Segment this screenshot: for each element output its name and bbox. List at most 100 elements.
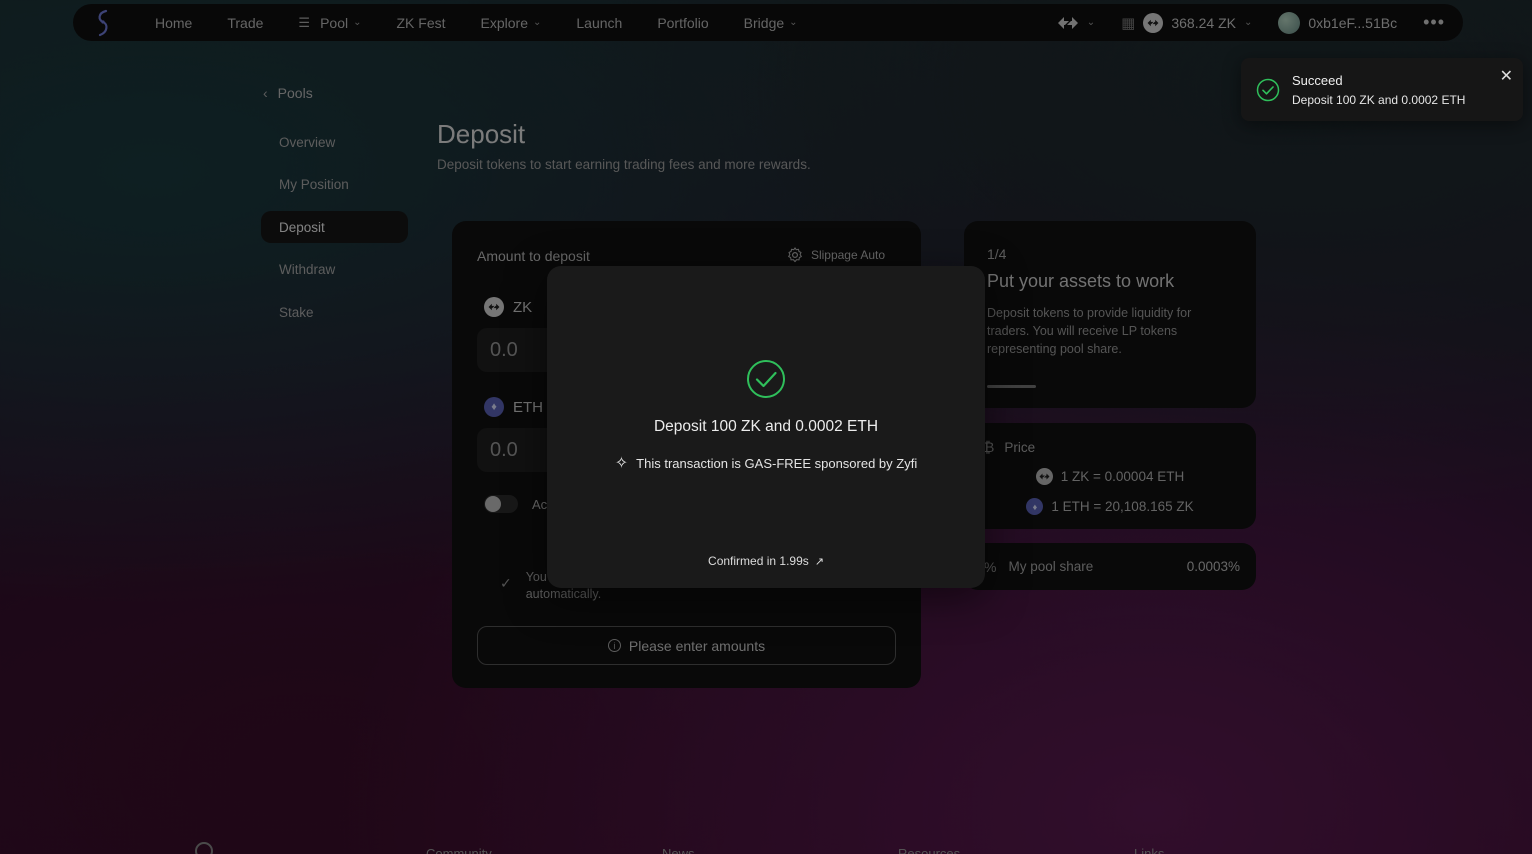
nav-label: Home xyxy=(155,14,193,31)
slippage-label: Slippage Auto xyxy=(810,248,885,262)
pool-share-card: % My pool share 0.0003% xyxy=(964,543,1256,590)
percent-icon: % xyxy=(984,558,997,575)
gas-free-note: ✧ This transaction is GAS-FREE sponsored… xyxy=(547,453,985,473)
footer-col-community: Community xyxy=(426,846,492,854)
step-indicator: 1/4 xyxy=(987,246,1007,262)
back-to-pools-link[interactable]: ‹ Pools xyxy=(261,80,408,106)
sidebar-item-label: Withdraw xyxy=(279,262,336,277)
amount-label: Amount to deposit xyxy=(477,248,590,264)
balance-pill[interactable]: ▦ 368.24 ZK ⌄ xyxy=(1121,12,1253,33)
nav-zk-fest[interactable]: ZK Fest xyxy=(397,15,446,31)
gear-icon xyxy=(788,247,802,263)
sidebar-item-label: My Position xyxy=(279,177,349,192)
footer-col-links: Links xyxy=(1134,846,1165,854)
nav-label: ZK Fest xyxy=(396,14,446,31)
zksync-network-icon xyxy=(1057,16,1078,29)
chevron-left-icon: ‹ xyxy=(263,85,268,101)
nav-label: Portfolio xyxy=(657,14,709,31)
external-link-icon: ↗ xyxy=(814,555,824,568)
nav-trade[interactable]: Trade xyxy=(227,15,263,31)
auto-toggle[interactable] xyxy=(484,495,518,513)
info-card: 1/4 Put your assets to work Deposit toke… xyxy=(964,221,1256,408)
pool-icon: ☰ xyxy=(298,14,311,30)
confirmed-link[interactable]: Confirmed in 1.99s ↗ xyxy=(547,554,985,568)
price-line-2: 1 ETH = 20,108.165 ZK xyxy=(1051,499,1194,514)
success-check-icon xyxy=(1256,78,1280,102)
nav-bridge[interactable]: Bridge ⌄ xyxy=(744,15,798,31)
eth-token-icon: ♦ xyxy=(484,397,504,417)
info-icon: i xyxy=(607,639,621,652)
footer: Community News Resources Links xyxy=(0,842,1532,854)
wallet-address: 0xb1eF...51Bc xyxy=(1308,14,1398,31)
success-toast: Succeed Deposit 100 ZK and 0.0002 ETH ✕ xyxy=(1241,58,1523,121)
step-progress xyxy=(987,385,1036,388)
token-eth-row: ♦ ETH xyxy=(484,397,543,417)
price-zk-eth: 1 ZK = 0.00004 ETH xyxy=(964,468,1256,485)
zk-token-icon xyxy=(1143,12,1164,33)
sidebar-item-overview[interactable]: Overview xyxy=(261,126,408,158)
network-selector[interactable]: ⌄ xyxy=(1057,16,1095,30)
sidebar-item-label: Deposit xyxy=(279,219,325,235)
token-symbol: ETH xyxy=(513,398,543,416)
toast-title: Succeed xyxy=(1292,73,1343,88)
footer-col-resources: Resources xyxy=(898,846,961,854)
note-text-2: automatically. xyxy=(525,587,602,601)
nav-launch[interactable]: Launch xyxy=(576,15,622,31)
party-popper-icon: ✧ xyxy=(614,455,629,472)
chevron-down-icon: ⌄ xyxy=(789,17,798,28)
footer-col-news: News xyxy=(662,846,695,854)
wallet-button[interactable]: 0xb1eF...51Bc xyxy=(1278,11,1398,34)
zk-token-icon xyxy=(484,297,504,317)
avatar xyxy=(1278,11,1301,34)
nav-label: Pool xyxy=(320,14,349,31)
success-modal: Deposit 100 ZK and 0.0002 ETH ✧ This tra… xyxy=(547,266,985,588)
nav-explore[interactable]: Explore ⌄ xyxy=(481,15,542,31)
chevron-down-icon: ⌄ xyxy=(353,17,362,28)
chevron-down-icon: ⌄ xyxy=(532,17,542,28)
confirmed-text: Confirmed in 1.99s xyxy=(708,554,809,568)
page-subtitle: Deposit tokens to start earning trading … xyxy=(437,157,811,172)
price-eth-zk: ♦ 1 ETH = 20,108.165 ZK xyxy=(964,498,1256,515)
auto-toggle-row: Ac xyxy=(484,495,547,513)
sidebar-item-deposit[interactable]: Deposit xyxy=(261,211,408,243)
price-line-1: 1 ZK = 0.00004 ETH xyxy=(1060,469,1185,484)
footer-logo-icon xyxy=(195,842,213,854)
toggle-label: Ac xyxy=(532,496,548,512)
more-menu-icon[interactable]: ••• xyxy=(1423,12,1445,33)
app-logo-icon[interactable] xyxy=(91,9,115,37)
nav-pool[interactable]: ☰ Pool ⌄ xyxy=(298,15,361,31)
close-icon[interactable]: ✕ xyxy=(1500,66,1513,86)
token-symbol: ZK xyxy=(513,298,533,316)
gas-station-icon: ▦ xyxy=(1121,14,1136,32)
price-card: ₿ Price 1 ZK = 0.00004 ETH ♦ 1 ETH = 20,… xyxy=(964,423,1256,529)
top-nav: Home Trade ☰ Pool ⌄ ZK Fest Explore ⌄ La… xyxy=(73,4,1463,41)
nav-portfolio[interactable]: Portfolio xyxy=(657,15,708,31)
toast-message: Deposit 100 ZK and 0.0002 ETH xyxy=(1292,93,1466,107)
info-title: Put your assets to work xyxy=(987,271,1175,291)
enter-amounts-button[interactable]: i Please enter amounts xyxy=(477,626,896,665)
balance-value: 368.24 ZK xyxy=(1171,14,1236,31)
sidebar: ‹ Pools Overview My Position Deposit Wit… xyxy=(261,80,408,339)
chevron-down-icon: ⌄ xyxy=(1086,17,1096,28)
sidebar-item-stake[interactable]: Stake xyxy=(261,296,408,328)
back-label: Pools xyxy=(277,85,313,101)
chevron-down-icon: ⌄ xyxy=(1243,17,1253,28)
slippage-settings-button[interactable]: Slippage Auto xyxy=(786,246,885,264)
sidebar-item-my-position[interactable]: My Position xyxy=(261,169,408,201)
pool-share-value: 0.0003% xyxy=(1186,559,1240,574)
page-title: Deposit xyxy=(437,119,526,149)
nav-label: Bridge xyxy=(743,14,785,31)
nav-label: Trade xyxy=(227,14,264,31)
sidebar-item-label: Stake xyxy=(279,304,314,320)
check-icon: ✓ xyxy=(500,575,512,591)
nav-home[interactable]: Home xyxy=(155,15,192,31)
eth-token-icon: ♦ xyxy=(1026,498,1044,515)
price-label: Price xyxy=(1004,439,1036,455)
zk-token-icon xyxy=(1035,468,1053,485)
price-header: ₿ Price xyxy=(984,439,1035,455)
gas-free-text: This transaction is GAS-FREE sponsored b… xyxy=(636,455,918,471)
pool-share-label: My pool share xyxy=(1008,559,1094,574)
sidebar-item-withdraw[interactable]: Withdraw xyxy=(261,254,408,286)
modal-title: Deposit 100 ZK and 0.0002 ETH xyxy=(653,418,879,435)
token-zk-row: ZK xyxy=(484,297,532,317)
